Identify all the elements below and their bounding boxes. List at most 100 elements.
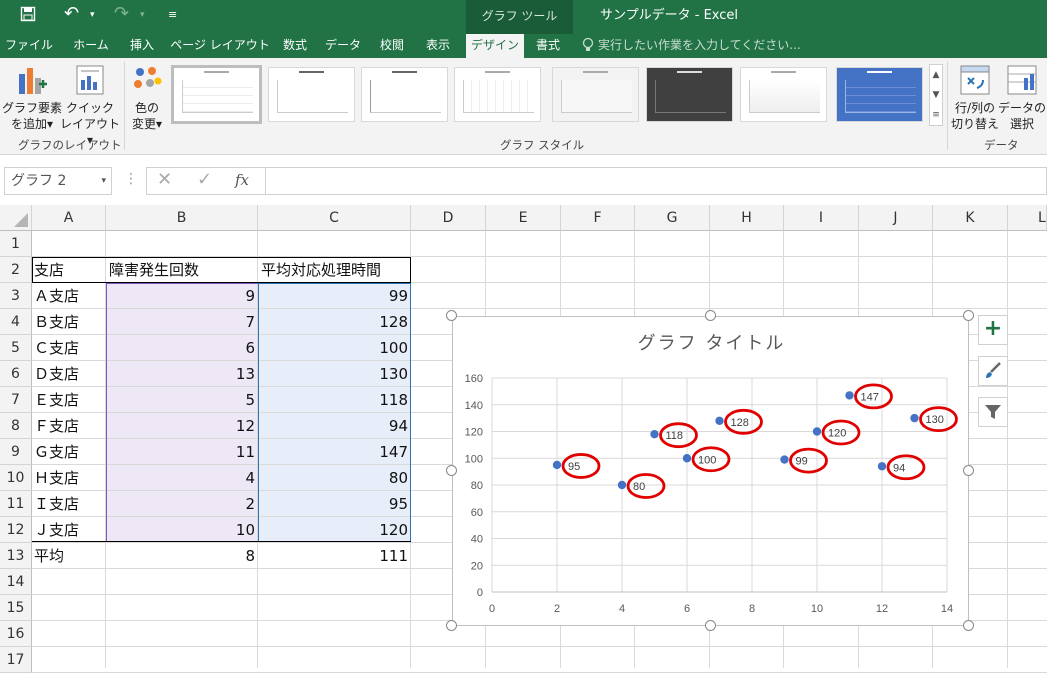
tell-me-search[interactable]: 実行したい作業を入力してください... (598, 34, 801, 56)
column-header-h[interactable]: H (710, 205, 784, 231)
cell-b5[interactable]: 6 (106, 335, 258, 361)
cell-c7[interactable]: 118 (258, 387, 411, 413)
chart-style-3[interactable] (361, 67, 448, 122)
chart-style-5[interactable] (552, 67, 639, 122)
chart-style-6[interactable] (646, 67, 733, 122)
column-header-f[interactable]: F (561, 205, 635, 231)
chevron-down-icon[interactable]: ▾ (101, 168, 106, 194)
row-header-12[interactable]: 12 (0, 517, 32, 543)
row-header-2[interactable]: 2 (0, 257, 32, 283)
column-header-c[interactable]: C (258, 205, 411, 231)
cell-c5[interactable]: 100 (258, 335, 411, 361)
row-header-5[interactable]: 5 (0, 335, 32, 361)
tab-formulas[interactable]: 数式 (276, 34, 314, 58)
cell-a12[interactable]: Ｊ支店 (34, 517, 104, 543)
tab-page-layout[interactable]: ページ レイアウト (170, 34, 270, 58)
add-chart-element-button[interactable]: グラフ要素 を追加▾ (2, 64, 62, 134)
row-header-1[interactable]: 1 (0, 231, 32, 257)
row-header-7[interactable]: 7 (0, 387, 32, 413)
style-gallery-scroll[interactable]: ▲ ▼ ≡ (929, 64, 943, 126)
column-header-i[interactable]: I (784, 205, 859, 231)
select-all-corner[interactable] (0, 205, 32, 231)
row-header-14[interactable]: 14 (0, 569, 32, 595)
resize-handle-b[interactable] (705, 620, 716, 631)
row-header-17[interactable]: 17 (0, 647, 32, 673)
row-header-6[interactable]: 6 (0, 361, 32, 387)
splitter-handle-icon[interactable]: ⋮ (124, 171, 138, 187)
row-header-3[interactable]: 3 (0, 283, 32, 309)
row-header-10[interactable]: 10 (0, 465, 32, 491)
cell-b2[interactable]: 障害発生回数 (109, 257, 255, 283)
row-header-11[interactable]: 11 (0, 491, 32, 517)
select-data-button[interactable]: データの 選択 (998, 64, 1046, 134)
resize-handle-l[interactable] (446, 465, 457, 476)
cell-b11[interactable]: 2 (106, 491, 258, 517)
tab-insert[interactable]: 挿入 (122, 34, 162, 58)
cell-c13[interactable]: 111 (258, 543, 411, 569)
cell-c12[interactable]: 120 (258, 517, 411, 543)
chart-style-2[interactable] (268, 67, 355, 122)
cell-b10[interactable]: 4 (106, 465, 258, 491)
tab-review[interactable]: 校閲 (372, 34, 412, 58)
tab-file[interactable]: ファイル (4, 34, 54, 58)
row-header-8[interactable]: 8 (0, 413, 32, 439)
chart-style-4[interactable] (454, 67, 541, 122)
column-header-g[interactable]: G (635, 205, 710, 231)
cell-a8[interactable]: Ｆ支店 (34, 413, 104, 439)
formula-input[interactable] (266, 167, 1047, 195)
column-header-a[interactable]: A (32, 205, 106, 231)
cell-b4[interactable]: 7 (106, 309, 258, 335)
cell-b13[interactable]: 8 (106, 543, 258, 569)
scroll-up-icon[interactable]: ▲ (930, 65, 942, 85)
resize-handle-tr[interactable] (963, 310, 974, 321)
resize-handle-tl[interactable] (446, 310, 457, 321)
resize-handle-bl[interactable] (446, 620, 457, 631)
cell-b3[interactable]: 9 (106, 283, 258, 309)
name-box[interactable]: グラフ 2 ▾ (4, 167, 112, 195)
row-header-15[interactable]: 15 (0, 595, 32, 621)
column-header-b[interactable]: B (106, 205, 258, 231)
cell-a4[interactable]: Ｂ支店 (34, 309, 104, 335)
cell-a11[interactable]: Ｉ支店 (34, 491, 104, 517)
save-icon[interactable] (20, 6, 36, 26)
undo-dropdown-icon[interactable]: ▾ (90, 10, 95, 20)
cell-c8[interactable]: 94 (258, 413, 411, 439)
cell-a13[interactable]: 平均 (34, 543, 104, 569)
cell-c9[interactable]: 147 (258, 439, 411, 465)
customize-qat-icon[interactable]: ≡ (168, 8, 177, 21)
cell-a2[interactable]: 支店 (34, 257, 104, 283)
change-colors-button[interactable]: 色の 変更▾ (126, 64, 168, 134)
cell-a7[interactable]: Ｅ支店 (34, 387, 104, 413)
cell-a10[interactable]: Ｈ支店 (34, 465, 104, 491)
tab-format[interactable]: 書式 (528, 34, 568, 58)
gallery-more-icon[interactable]: ≡ (930, 105, 942, 125)
column-header-j[interactable]: J (859, 205, 933, 231)
cell-b8[interactable]: 12 (106, 413, 258, 439)
cell-c11[interactable]: 95 (258, 491, 411, 517)
cell-c2[interactable]: 平均対応処理時間 (261, 257, 409, 283)
tab-home[interactable]: ホーム (66, 34, 116, 58)
cell-a9[interactable]: Ｇ支店 (34, 439, 104, 465)
chart-style-7[interactable] (740, 67, 827, 122)
cell-a6[interactable]: Ｄ支店 (34, 361, 104, 387)
cell-b12[interactable]: 10 (106, 517, 258, 543)
column-header-k[interactable]: K (933, 205, 1008, 231)
resize-handle-r[interactable] (963, 465, 974, 476)
resize-handle-br[interactable] (963, 620, 974, 631)
scroll-down-icon[interactable]: ▼ (930, 85, 942, 105)
cell-c3[interactable]: 99 (258, 283, 411, 309)
cell-b6[interactable]: 13 (106, 361, 258, 387)
row-header-4[interactable]: 4 (0, 309, 32, 335)
cell-a5[interactable]: Ｃ支店 (34, 335, 104, 361)
cell-a3[interactable]: Ａ支店 (34, 283, 104, 309)
chart-style-1[interactable] (171, 65, 262, 124)
cell-c10[interactable]: 80 (258, 465, 411, 491)
cell-c4[interactable]: 128 (258, 309, 411, 335)
tab-design[interactable]: デザイン (466, 34, 524, 58)
column-header-l[interactable]: L (1008, 205, 1047, 231)
chart-elements-plus-icon[interactable]: + (978, 315, 1008, 345)
cell-b9[interactable]: 11 (106, 439, 258, 465)
switch-row-column-button[interactable]: 行/列の 切り替え (951, 64, 999, 134)
insert-function-icon[interactable]: fx (235, 171, 249, 189)
quick-layout-button[interactable]: クイック レイアウト▾ (60, 64, 120, 147)
